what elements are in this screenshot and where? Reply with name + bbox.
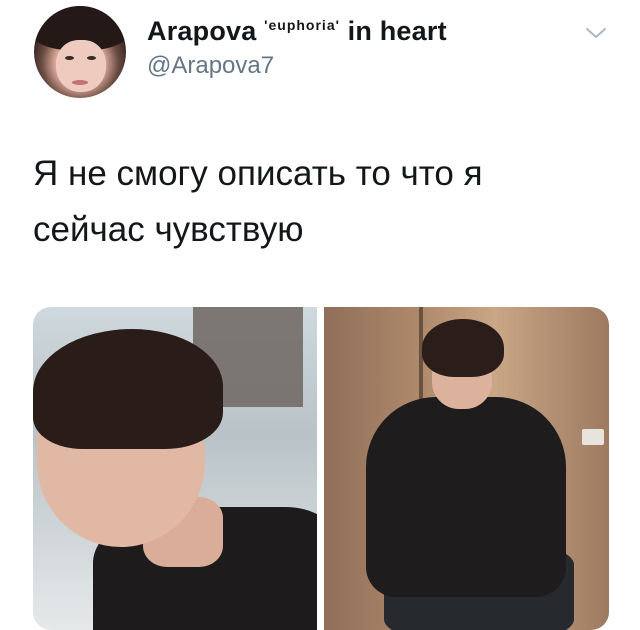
wall-sign (582, 429, 604, 445)
chevron-down-icon[interactable] (585, 26, 607, 40)
hoodie (366, 397, 566, 597)
avatar-mouth (72, 80, 88, 85)
display-name-suffix: in heart (347, 16, 447, 46)
avatar-eye (87, 56, 96, 60)
display-name-superscript: 'euphoria' (264, 17, 340, 33)
display-name[interactable]: Arapova 'euphoria' in heart (147, 16, 447, 47)
user-handle[interactable]: @Arapova7 (147, 52, 274, 80)
display-name-main: Arapova (147, 16, 257, 46)
hair (422, 319, 504, 377)
hair (33, 329, 223, 449)
photo-2[interactable] (324, 307, 609, 630)
avatar[interactable] (34, 6, 126, 98)
tweet-text-line: сейчас чувствую (33, 210, 304, 249)
media-grid (33, 307, 609, 630)
tweet-text-line: Я не смогу описать то что я (33, 154, 483, 193)
avatar-eye (65, 56, 74, 60)
photo-1[interactable] (33, 307, 317, 630)
tweet-text: Я не смогу описать то что я сейчас чувст… (33, 146, 623, 258)
